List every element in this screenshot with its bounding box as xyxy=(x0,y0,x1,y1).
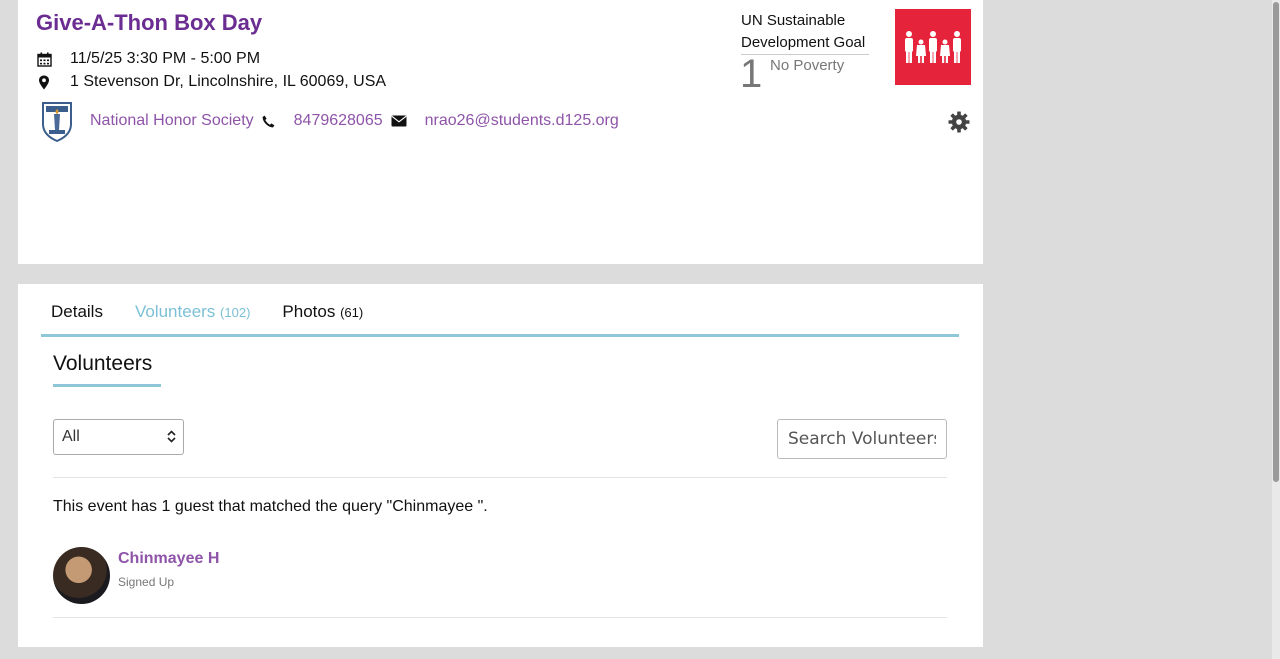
volunteer-filter-select[interactable]: All xyxy=(53,419,184,455)
calendar-icon xyxy=(36,51,52,67)
sdg-no-poverty-icon[interactable] xyxy=(895,9,971,85)
volunteer-name-link[interactable]: Chinmayee H xyxy=(118,550,219,568)
sdg-number: 1 xyxy=(740,52,763,96)
event-title: Give-A-Thon Box Day xyxy=(36,10,263,35)
event-header-card: Give-A-Thon Box Day 11/5/25 3:30 PM - 5:… xyxy=(18,0,983,264)
organizer-row: National Honor Society 8479628065 nrao26… xyxy=(40,100,619,142)
divider xyxy=(53,617,947,618)
envelope-icon xyxy=(391,114,407,128)
phone-link[interactable]: 8479628065 xyxy=(294,112,383,130)
volunteer-status: Signed Up xyxy=(118,575,175,589)
tab-volunteers[interactable]: Volunteers (102) xyxy=(125,302,250,334)
sdg-name: No Poverty xyxy=(770,57,845,74)
scrollbar-thumb[interactable] xyxy=(1273,2,1279,482)
tab-photos[interactable]: Photos (61) xyxy=(272,302,363,334)
event-datetime: 11/5/25 3:30 PM - 5:00 PM xyxy=(70,50,261,67)
volunteer-filter-value: All xyxy=(62,428,80,445)
event-address: 1 Stevenson Dr, Lincolnshire, IL 60069, … xyxy=(70,73,387,90)
search-result-summary: This event has 1 guest that matched the … xyxy=(53,498,488,515)
tab-details[interactable]: Details xyxy=(41,302,103,334)
tab-bar: Details Volunteers (102) Photos (61) xyxy=(41,284,959,337)
section-title: Volunteers xyxy=(53,352,161,387)
event-datetime-row: 11/5/25 3:30 PM - 5:00 PM xyxy=(36,50,260,68)
divider xyxy=(53,477,947,478)
avatar[interactable] xyxy=(53,547,110,604)
nhs-logo-icon xyxy=(42,102,72,142)
chevron-updown-icon xyxy=(167,430,176,446)
gear-icon[interactable] xyxy=(948,111,970,133)
volunteers-card: Details Volunteers (102) Photos (61) Vol… xyxy=(18,284,983,647)
volunteer-search-input[interactable] xyxy=(777,419,947,459)
sdg-label: UN Sustainable Development Goal xyxy=(741,10,869,55)
event-address-row: 1 Stevenson Dr, Lincolnshire, IL 60069, … xyxy=(36,73,386,91)
map-pin-icon xyxy=(36,74,52,90)
email-link[interactable]: nrao26@students.d125.org xyxy=(425,112,619,130)
phone-icon xyxy=(262,114,276,128)
organizer-link[interactable]: National Honor Society xyxy=(90,112,254,130)
